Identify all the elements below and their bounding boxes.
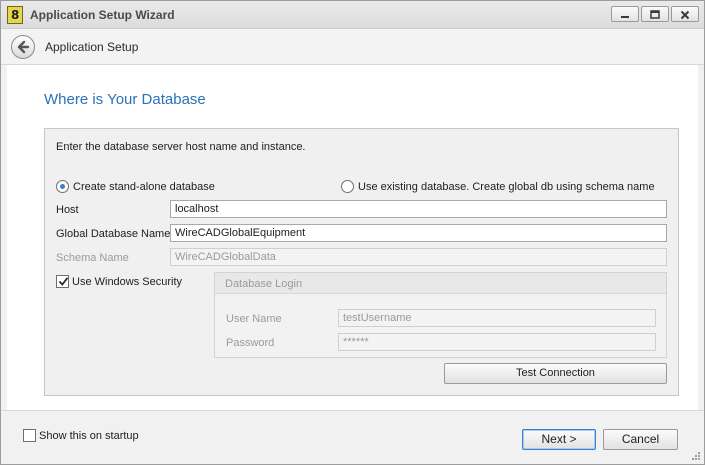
minimize-button[interactable] bbox=[611, 6, 639, 22]
checkmark-icon bbox=[58, 277, 69, 286]
database-login-title: Database Login bbox=[215, 273, 666, 294]
test-connection-button[interactable]: Test Connection bbox=[444, 363, 667, 384]
radio-existing-label: Use existing database. Create global db … bbox=[358, 180, 655, 193]
username-label: User Name bbox=[226, 313, 282, 325]
windows-security-label: Use Windows Security bbox=[72, 275, 183, 288]
close-icon bbox=[680, 10, 690, 20]
maximize-button[interactable] bbox=[641, 6, 669, 22]
radio-button-unchecked[interactable] bbox=[341, 180, 354, 193]
schema-label: Schema Name bbox=[56, 252, 129, 264]
maximize-icon bbox=[650, 10, 660, 19]
password-input[interactable]: ****** bbox=[338, 333, 656, 351]
radio-standalone-label: Create stand-alone database bbox=[73, 180, 215, 193]
back-button[interactable] bbox=[11, 35, 35, 59]
next-button[interactable]: Next > bbox=[522, 429, 596, 450]
resize-grip-icon[interactable] bbox=[691, 451, 701, 461]
radio-existing-database[interactable]: Use existing database. Create global db … bbox=[341, 180, 655, 193]
wizard-window: Application Setup Wizard Application Set… bbox=[0, 0, 705, 465]
header-title: Application Setup bbox=[45, 40, 139, 54]
wizard-header: Application Setup bbox=[1, 29, 704, 65]
radio-standalone-database[interactable]: Create stand-alone database bbox=[56, 180, 215, 193]
arrow-left-icon bbox=[17, 40, 30, 54]
global-db-input[interactable]: WireCADGlobalEquipment bbox=[170, 224, 667, 242]
cancel-button[interactable]: Cancel bbox=[603, 429, 678, 450]
windows-security-checkbox[interactable]: Use Windows Security bbox=[56, 275, 182, 288]
instructions-text: Enter the database server host name and … bbox=[56, 141, 306, 153]
title-bar[interactable]: Application Setup Wizard bbox=[1, 1, 704, 29]
host-input[interactable]: localhost bbox=[170, 200, 667, 218]
schema-input[interactable]: WireCADGlobalData bbox=[170, 248, 667, 266]
checkbox-unchecked[interactable] bbox=[23, 429, 36, 442]
minimize-icon bbox=[621, 16, 629, 18]
window-title: Application Setup Wizard bbox=[30, 8, 175, 22]
checkbox-checked[interactable] bbox=[56, 275, 69, 288]
wizard-footer: Show this on startup Next > Cancel bbox=[1, 410, 704, 464]
radio-button-checked[interactable] bbox=[56, 180, 69, 193]
database-login-group: Database Login User Name testUsername Pa… bbox=[214, 272, 667, 358]
password-label: Password bbox=[226, 337, 275, 349]
app-logo-icon bbox=[7, 6, 23, 24]
database-settings-group: Enter the database server host name and … bbox=[44, 128, 679, 396]
close-button[interactable] bbox=[671, 6, 699, 22]
global-db-label: Global Database Name bbox=[56, 228, 171, 240]
username-input[interactable]: testUsername bbox=[338, 309, 656, 327]
wizard-content: Where is Your Database Enter the databas… bbox=[7, 65, 698, 410]
page-title: Where is Your Database bbox=[44, 91, 206, 108]
host-label: Host bbox=[56, 204, 79, 216]
show-on-startup-label: Show this on startup bbox=[39, 429, 139, 442]
show-on-startup-checkbox[interactable]: Show this on startup bbox=[23, 429, 139, 442]
